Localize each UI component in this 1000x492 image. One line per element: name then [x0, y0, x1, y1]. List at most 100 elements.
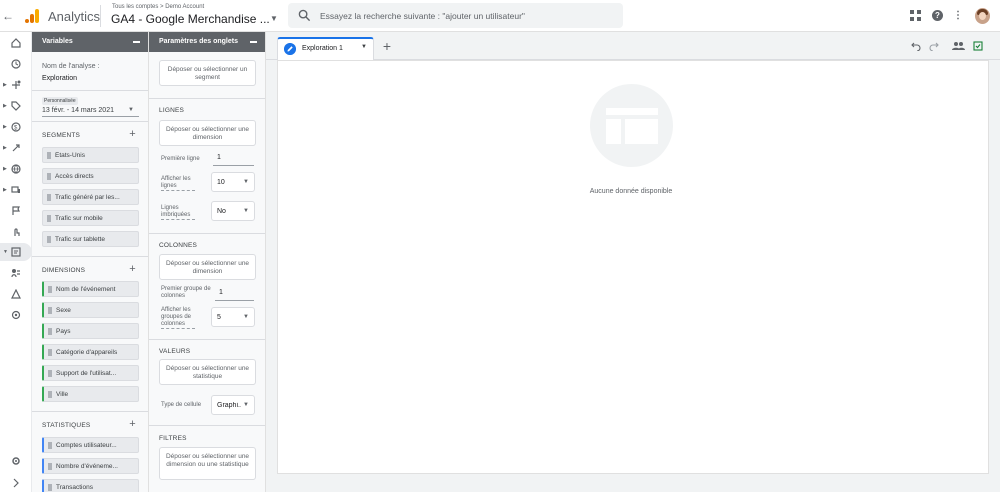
filters-dropzone[interactable]: Déposer ou sélectionner une dimension ou…	[159, 447, 256, 480]
variables-title: Variables	[42, 38, 73, 45]
more-vert-icon[interactable]: ⋮	[953, 9, 963, 22]
account-selector[interactable]: GA4 - Google Merchandise ...	[111, 12, 270, 26]
segment-chip[interactable]: Trafic généré par les...	[42, 189, 139, 205]
undo-icon[interactable]	[911, 41, 921, 51]
add-tab-icon[interactable]: +	[381, 39, 393, 53]
tab-settings-title: Paramètres des onglets	[159, 38, 238, 45]
date-caret-icon[interactable]: ▼	[128, 107, 134, 113]
dimensions-title: DIMENSIONS	[42, 267, 86, 274]
add-segment-icon[interactable]: +	[128, 129, 137, 140]
tab-exploration-1[interactable]: Exploration 1 ▼	[277, 37, 374, 60]
columns-dropzone[interactable]: Déposer ou sélectionner une dimension	[159, 254, 256, 280]
minimize-icon[interactable]	[133, 41, 140, 43]
analysis-name-label: Nom de l'analyse :	[42, 63, 100, 70]
metric-chip[interactable]: Transactions	[42, 479, 139, 492]
add-dimension-icon[interactable]: +	[128, 264, 137, 275]
divider	[149, 339, 265, 340]
date-type-badge: Personnalisée	[42, 97, 78, 105]
dimension-chip[interactable]: Pays	[42, 323, 139, 339]
add-metric-icon[interactable]: +	[128, 419, 137, 430]
acquisition-icon[interactable]: ▶	[0, 139, 32, 157]
globe-icon[interactable]: ▶	[0, 160, 32, 178]
table-placeholder-icon	[606, 108, 658, 144]
breadcrumb[interactable]: Tous les comptes > Demo Account	[112, 4, 204, 10]
rows-title: LIGNES	[159, 107, 185, 114]
top-bar: ← Analytics Tous les comptes > Demo Acco…	[0, 0, 1000, 32]
metric-chip[interactable]: Comptes utilisateur...	[42, 437, 139, 453]
reports-icon[interactable]	[0, 55, 32, 73]
variables-panel: Variables Nom de l'analyse : Exploration…	[32, 32, 149, 492]
dimension-chip[interactable]: Ville	[42, 386, 139, 402]
explore-active-icon[interactable]: ▼	[0, 243, 32, 261]
variables-header: Variables	[32, 32, 148, 52]
analysis-name-field[interactable]: Exploration	[42, 75, 77, 82]
analytics-app: ← Analytics Tous les comptes > Demo Acco…	[0, 0, 1000, 492]
apps-grid-icon[interactable]	[910, 10, 921, 21]
columns-title: COLONNES	[159, 242, 198, 249]
share-users-icon[interactable]	[952, 41, 965, 51]
left-nav: ▶ ▶ ▶ $ ▶ ▶ ▶ ▼	[0, 32, 32, 492]
input-underline	[215, 300, 254, 301]
export-check-icon[interactable]	[973, 41, 983, 51]
tech-icon[interactable]	[0, 285, 32, 303]
tab-settings-panel: Paramètres des onglets Déposer ou sélect…	[149, 32, 266, 492]
segments-title: SEGMENTS	[42, 132, 81, 139]
expand-nav-icon[interactable]	[0, 474, 32, 492]
flag-icon[interactable]	[0, 202, 32, 220]
first-column-group-label: Premier groupe de colonnes	[161, 286, 211, 299]
caret-down-icon[interactable]: ▼	[270, 14, 278, 23]
segment-chip[interactable]: Accès directs	[42, 168, 139, 184]
app-name: Analytics	[48, 9, 101, 24]
divider	[32, 256, 148, 257]
minimize-icon[interactable]	[250, 41, 257, 43]
touch-icon[interactable]	[0, 223, 32, 241]
cell-type-label: Type de cellule	[161, 402, 202, 408]
help-icon[interactable]: ?	[932, 10, 943, 21]
values-dropzone[interactable]: Déposer ou sélectionner une statistique	[159, 359, 256, 385]
explore-icon[interactable]: ▶	[0, 76, 32, 94]
show-rows-label: Afficher les lignes	[161, 176, 195, 191]
divider	[32, 90, 148, 91]
tab-settings-header: Paramètres des onglets	[149, 32, 265, 52]
nested-rows-select[interactable]: No ▼	[211, 201, 255, 221]
exploration-canvas: Exploration 1 ▼ + Aucune donnée disponib…	[266, 32, 1000, 492]
avatar[interactable]	[975, 8, 990, 24]
tag-icon[interactable]: ▶	[0, 97, 32, 115]
divider	[100, 5, 101, 27]
gear-icon[interactable]	[0, 452, 32, 470]
segment-chip[interactable]: États-Unis	[42, 147, 139, 163]
pencil-icon[interactable]	[284, 43, 296, 55]
first-row-input[interactable]: 1	[217, 154, 221, 161]
analytics-logo	[25, 9, 39, 23]
tab-name: Exploration 1	[302, 45, 343, 52]
segment-chip[interactable]: Trafic sur mobile	[42, 210, 139, 226]
tab-menu-caret-icon[interactable]: ▼	[361, 44, 367, 50]
filters-title: FILTRES	[159, 435, 187, 442]
dimension-chip[interactable]: Catégorie d'appareils	[42, 344, 139, 360]
show-rows-select[interactable]: 10 ▼	[211, 172, 255, 192]
rows-dropzone[interactable]: Déposer ou sélectionner une dimension	[159, 120, 256, 146]
first-row-label: Première ligne	[161, 156, 200, 162]
debug-icon[interactable]	[0, 306, 32, 324]
metric-chip[interactable]: Nombre d'événeme...	[42, 458, 139, 474]
dimension-chip[interactable]: Nom de l'événement	[42, 281, 139, 297]
audience-icon[interactable]	[0, 264, 32, 282]
redo-icon[interactable]	[929, 41, 939, 51]
money-icon[interactable]: ▶ $	[0, 118, 32, 136]
dimension-chip[interactable]: Support de l'utilisat...	[42, 365, 139, 381]
search-bar[interactable]: Essayez la recherche suivante : "ajouter…	[288, 3, 623, 28]
metrics-title: STATISTIQUES	[42, 422, 91, 429]
show-column-groups-select[interactable]: 5 ▼	[211, 307, 255, 327]
divider	[149, 233, 265, 234]
home-icon[interactable]	[0, 34, 32, 52]
canvas-content: Aucune donnée disponible	[277, 60, 989, 474]
segment-chip[interactable]: Trafic sur tablette	[42, 231, 139, 247]
segment-dropzone[interactable]: Déposer ou sélectionner un segment	[159, 60, 256, 86]
back-arrow-icon[interactable]: ←	[2, 9, 14, 23]
cell-type-select[interactable]: Graphi...▼	[211, 395, 255, 415]
dimension-chip[interactable]: Sexe	[42, 302, 139, 318]
date-range-field[interactable]: 13 févr. - 14 mars 2021	[42, 107, 114, 114]
search-input[interactable]: Essayez la recherche suivante : "ajouter…	[320, 11, 525, 21]
devices-icon[interactable]: ▶	[0, 181, 32, 199]
first-column-group-input[interactable]: 1	[219, 289, 223, 296]
